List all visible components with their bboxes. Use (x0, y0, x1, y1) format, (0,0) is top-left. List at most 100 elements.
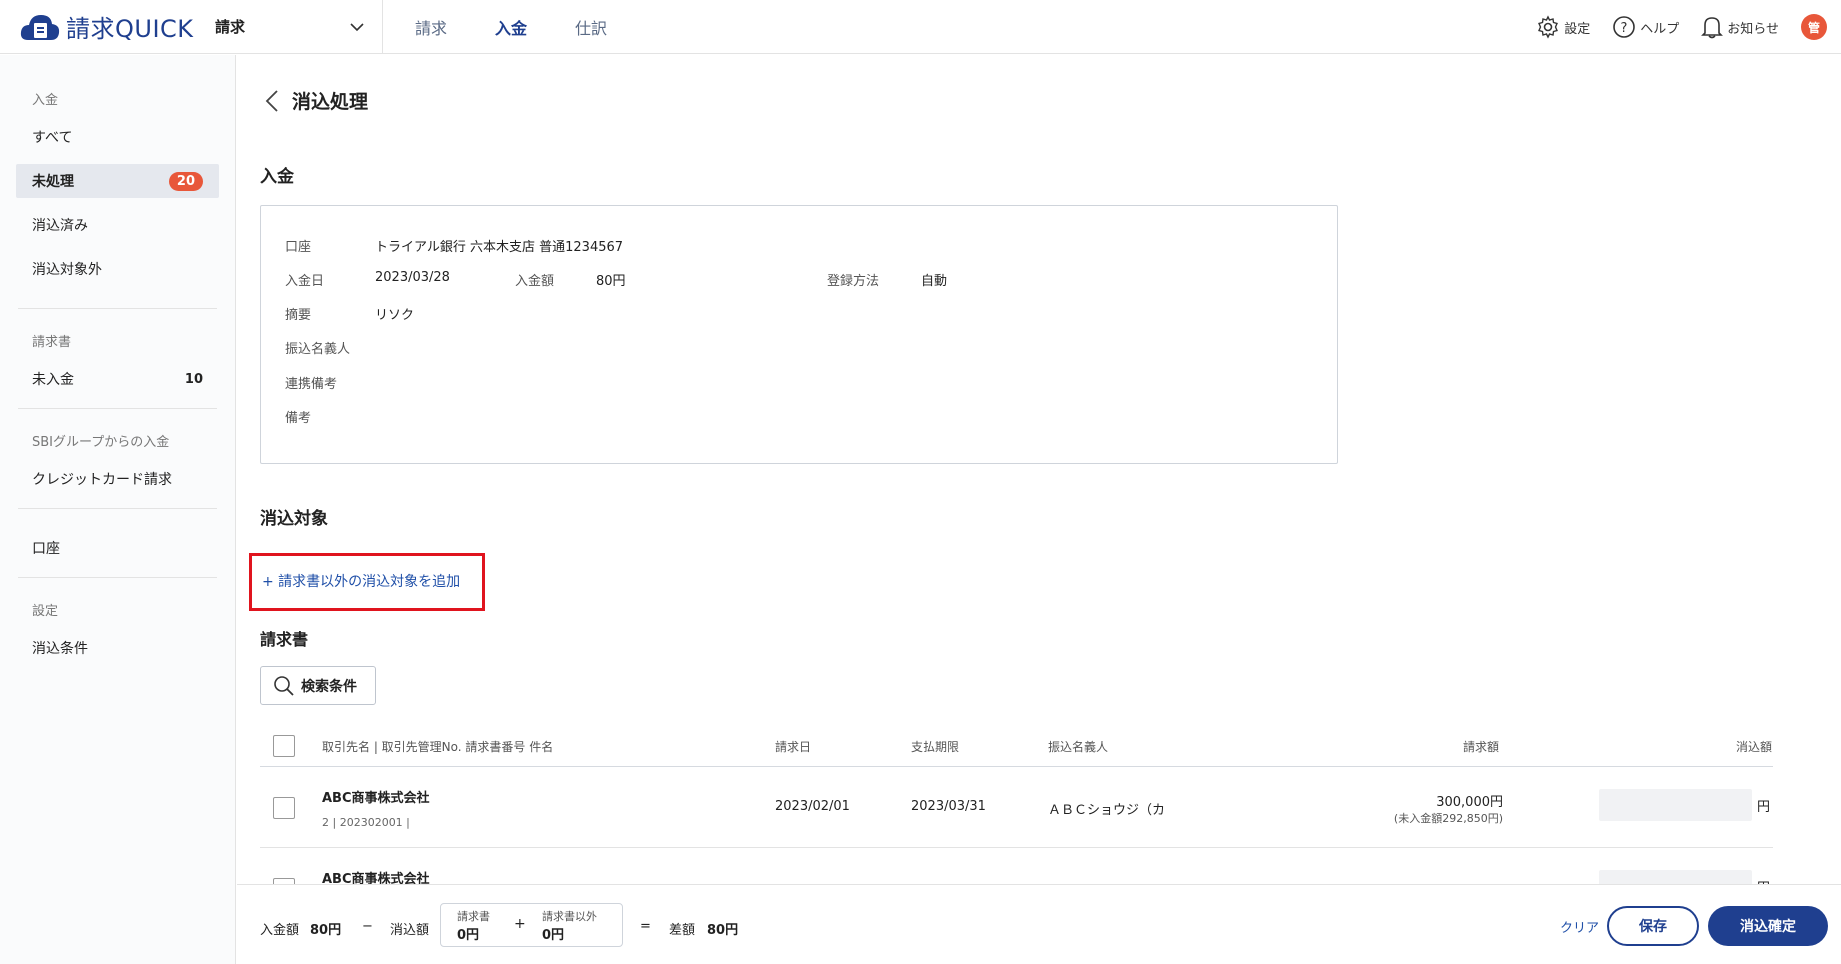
calc-invoice-value: 0円 (457, 928, 480, 943)
main-content: 消込処理 入金 口座 トライアル銀行 六本木支店 普通1234567 入金日 2… (237, 55, 1841, 884)
calc-other: 請求書以外 0円 (542, 908, 597, 943)
row-due-date: 2023/03/31 (911, 799, 986, 814)
info-row-link-note: 連携備考 (285, 373, 337, 392)
search-conditions-label: 検索条件 (301, 678, 357, 695)
applied-amount-input[interactable] (1599, 789, 1752, 821)
applied-amount-input[interactable] (1599, 870, 1752, 884)
table-row[interactable]: ABC商事株式会社 円 (260, 848, 1773, 884)
sidebar-item-all[interactable]: すべて (16, 120, 219, 154)
header-due-date: 支払期限 (911, 740, 960, 754)
sidebar-item-label: 消込済み (32, 218, 88, 234)
unpaid-count: 10 (184, 371, 203, 387)
link-note-label: 連携備考 (285, 377, 338, 392)
sidebar-item-label: クレジットカード請求 (32, 472, 172, 488)
header-client: 取引先名 | 取引先管理No. 請求書番号 件名 (322, 740, 554, 754)
calc-other-label: 請求書以外 (542, 910, 597, 923)
sidebar-heading-sbi: SBIグループからの入金 (32, 435, 170, 450)
summary-label: 摘要 (285, 308, 312, 323)
sidebar-item-reconciled[interactable]: 消込済み (16, 208, 219, 242)
row-unpaid: (未入金額292,850円) (1393, 812, 1503, 825)
info-row-account: 口座 トライアル銀行 六本木支店 普通1234567 (285, 236, 623, 255)
logo-text: 請求QUICK (66, 15, 194, 43)
info-row-summary: 摘要 リソク (285, 304, 414, 323)
gear-icon (1538, 15, 1559, 39)
row-client: ABC商事株式会社 (322, 872, 430, 884)
amount-label: 入金額 (515, 274, 555, 289)
settings-button[interactable]: 設定 (1536, 15, 1590, 39)
footer-equals: = (640, 919, 651, 934)
sidebar-heading-settings: 設定 (32, 604, 59, 619)
sidebar-item-excluded[interactable]: 消込対象外 (16, 252, 219, 286)
note-label: 備考 (285, 411, 312, 426)
main-nav: 請求 入金 仕訳 (391, 0, 631, 54)
logo[interactable]: 請求QUICK (0, 9, 213, 44)
add-non-invoice-target-link[interactable]: + 請求書以外の消込対象を追加 (262, 571, 460, 591)
header-actions: 設定 ? ヘルプ お知らせ 管 (1536, 0, 1841, 54)
sidebar-heading-invoice: 請求書 (32, 335, 72, 350)
sidebar-item-label: 未処理 (32, 174, 74, 190)
info-row-note: 備考 (285, 407, 311, 426)
save-button[interactable]: 保存 (1607, 906, 1699, 946)
table-row[interactable]: ABC商事株式会社 2 | 202302001 | 2023/02/01 202… (260, 767, 1773, 848)
chevron-down-icon (350, 22, 364, 31)
table-header: 取引先名 | 取引先管理No. 請求書番号 件名 請求日 支払期限 振込名義人 … (260, 723, 1773, 767)
sidebar-item-unprocessed[interactable]: 未処理 20 (16, 164, 219, 198)
header-billed: 請求額 (1463, 740, 1500, 754)
help-icon: ? (1613, 16, 1636, 38)
nav-invoice[interactable]: 請求 (391, 0, 471, 54)
date-label: 入金日 (285, 274, 325, 289)
footer-diff-label: 差額 (669, 923, 696, 938)
search-conditions-button[interactable]: 検索条件 (260, 666, 376, 705)
date-value: 2023/03/28 (375, 270, 450, 285)
help-button[interactable]: ? ヘルプ (1612, 15, 1679, 39)
unprocessed-count-badge: 20 (168, 171, 203, 191)
app-selector-label: 請求 (215, 18, 246, 36)
sidebar-item-conditions[interactable]: 消込条件 (16, 631, 219, 665)
account-value: トライアル銀行 六本木支店 普通1234567 (375, 240, 624, 255)
header-invoice-date: 請求日 (775, 740, 812, 754)
sidebar-item-credit-card[interactable]: クレジットカード請求 (16, 462, 219, 496)
avatar[interactable]: 管 (1801, 14, 1827, 40)
app-header: 請求QUICK 請求 請求 入金 仕訳 設定 ? ヘルプ お知らせ 管 (0, 0, 1841, 54)
nav-journal[interactable]: 仕訳 (551, 0, 631, 54)
page-title: 消込処理 (292, 91, 369, 113)
clear-button[interactable]: クリア (1560, 917, 1599, 936)
help-label: ヘルプ (1640, 21, 1680, 37)
select-all-checkbox[interactable] (273, 735, 295, 757)
row-unit: 円 (1757, 800, 1771, 815)
row-payer: ＡＢＣショウジ（カ (1048, 803, 1166, 818)
payer-label: 振込名義人 (285, 342, 351, 357)
nav-deposit[interactable]: 入金 (471, 0, 551, 54)
app-selector[interactable]: 請求 (213, 0, 383, 54)
notifications-button[interactable]: お知らせ (1701, 15, 1779, 39)
back-chevron-icon[interactable] (264, 89, 280, 113)
row-invoice-date: 2023/02/01 (775, 799, 850, 814)
sidebar-item-account[interactable]: 口座 (16, 531, 219, 565)
row-client: ABC商事株式会社 (322, 791, 430, 806)
applied-breakdown-box: 請求書 0円 + 請求書以外 0円 (440, 903, 623, 947)
sidebar-item-label: 消込対象外 (32, 262, 102, 278)
method-label: 登録方法 (827, 274, 880, 289)
sidebar-item-label: すべて (32, 130, 73, 146)
summary-value: リソク (375, 308, 415, 323)
confirm-reconciliation-button[interactable]: 消込確定 (1708, 906, 1828, 946)
sidebar-item-label: 未入金 (32, 372, 74, 388)
footer-deposit-value: 80円 (310, 923, 342, 938)
notifications-label: お知らせ (1727, 21, 1779, 37)
sidebar-item-unpaid[interactable]: 未入金 10 (16, 362, 219, 396)
invoice-section-title: 請求書 (260, 630, 309, 649)
invoice-table: 取引先名 | 取引先管理No. 請求書番号 件名 請求日 支払期限 振込名義人 … (260, 723, 1773, 884)
svg-text:?: ? (1621, 21, 1628, 36)
method-value: 自動 (921, 274, 948, 289)
bell-icon (1701, 17, 1724, 39)
account-label: 口座 (285, 240, 312, 255)
row-billed: 300,000円 (1436, 795, 1503, 810)
sidebar-item-label: 消込条件 (32, 641, 88, 657)
footer-deposit-label: 入金額 (260, 923, 300, 938)
calc-invoice-label: 請求書 (457, 910, 490, 923)
footer-diff-value: 80円 (707, 923, 739, 938)
cloud-logo-icon (20, 14, 60, 40)
amount-value: 80円 (596, 274, 626, 289)
footer-minus: − (362, 919, 373, 934)
row-checkbox[interactable] (273, 797, 295, 819)
